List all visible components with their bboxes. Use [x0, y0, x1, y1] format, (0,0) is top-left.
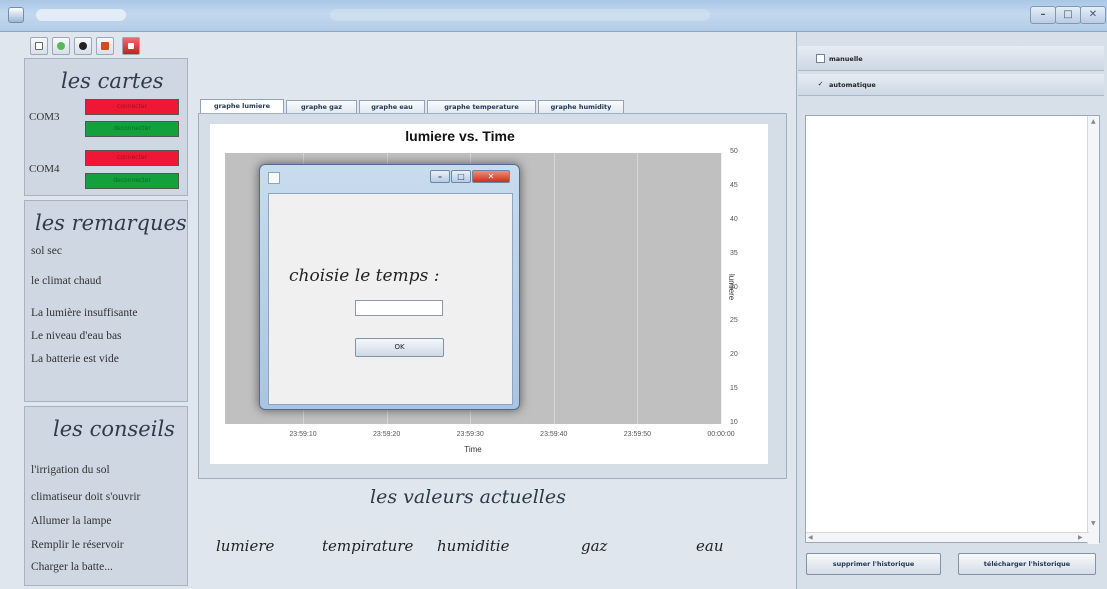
com4-label: COM4	[29, 163, 60, 175]
horizontal-scrollbar[interactable]: ◀ ▶	[806, 532, 1089, 542]
y-tick-label: 50	[730, 148, 738, 155]
manuelle-label: manuelle	[829, 55, 863, 63]
app-icon[interactable]	[8, 7, 24, 23]
y-tick-label: 10	[730, 419, 738, 426]
remarque-item: sol sec	[31, 245, 62, 257]
valeurs-title: les valeurs actuelles	[370, 486, 566, 508]
x-tick-label: 23:59:30	[456, 431, 484, 438]
cartes-title: les cartes	[61, 69, 164, 93]
download-history-button[interactable]: télécharger l'historique	[958, 553, 1096, 575]
value-label-eau: eau	[696, 537, 724, 555]
grid-line	[637, 153, 639, 424]
record-icon[interactable]	[74, 37, 92, 55]
window-title-blurred	[330, 9, 710, 21]
time-dialog: – □ ✕ choisie le temps : OK	[259, 164, 520, 410]
conseil-item: climatiseur doit s'ouvrir	[31, 491, 141, 503]
y-tick-label: 35	[730, 249, 738, 257]
dialog-close-button[interactable]: ✕	[472, 170, 510, 183]
flag-icon[interactable]	[96, 37, 114, 55]
earth-icon[interactable]	[52, 37, 70, 55]
conseil-item: Remplir le réservoir	[31, 539, 124, 551]
vertical-scrollbar[interactable]: ▲ ▼	[1087, 116, 1099, 544]
maximize-button[interactable]: □	[1055, 6, 1081, 24]
y-tick-label: 25	[730, 317, 738, 325]
dialog-prompt: choisie le temps :	[289, 266, 440, 286]
remarque-item: Le niveau d'eau bas	[31, 330, 122, 342]
com3-label: COM3	[29, 111, 60, 123]
conseil-item: l'irrigation du sol	[31, 464, 110, 476]
manuelle-checkbox[interactable]	[816, 54, 825, 63]
x-tick-label: 23:59:40	[540, 431, 568, 438]
close-window-button[interactable]: ✕	[1080, 6, 1106, 24]
tab-graphe-gaz[interactable]: graphe gaz	[286, 100, 357, 114]
x-tick-label: 23:59:50	[623, 431, 652, 438]
dialog-minimize-button[interactable]: –	[430, 170, 450, 183]
com3-connect-button[interactable]: connecter	[85, 99, 179, 115]
scroll-right-icon[interactable]: ▶	[1078, 534, 1083, 541]
window-icon[interactable]	[30, 37, 48, 55]
tab-graphe-humidity[interactable]: graphe humidity	[538, 100, 624, 114]
automatique-label: automatique	[829, 81, 876, 89]
dialog-body: choisie le temps : OK	[268, 193, 513, 405]
y-tick-label: 20	[730, 351, 738, 359]
cartes-panel: les cartes COM3 connecter deconnecter CO…	[24, 58, 188, 196]
dialog-maximize-button[interactable]: □	[451, 170, 471, 183]
scroll-down-icon[interactable]: ▼	[1091, 520, 1096, 527]
com4-disconnect-button[interactable]: deconnecter	[85, 173, 179, 189]
com3-disconnect-button[interactable]: deconnecter	[85, 121, 179, 137]
remarque-item: La batterie est vide	[31, 353, 119, 365]
conseils-panel: les conseils l'irrigation du sol climati…	[24, 406, 188, 586]
conseils-title: les conseils	[53, 417, 175, 441]
y-tick-label: 15	[730, 385, 738, 393]
chart-title: lumiere vs. Time	[405, 128, 515, 144]
quick-access-toolbar	[36, 9, 126, 21]
grid-line	[721, 153, 722, 424]
scroll-up-icon[interactable]: ▲	[1091, 118, 1096, 125]
remarque-item: le climat chaud	[31, 275, 102, 287]
remarque-item: La lumière insuffisante	[31, 307, 138, 319]
grid-line	[553, 153, 555, 424]
value-label-humidite: humiditie	[437, 537, 510, 555]
title-bar: – □ ✕	[0, 0, 1107, 32]
scroll-left-icon[interactable]: ◀	[808, 534, 813, 541]
y-axis-label: lumiere	[727, 274, 736, 301]
time-input[interactable]	[355, 300, 443, 316]
y-tick-label: 40	[730, 215, 738, 223]
remarques-panel: les remarques sol sec le climat chaud La…	[24, 200, 188, 402]
x-tick-label: 23:59:10	[289, 431, 317, 438]
dialog-app-icon	[268, 172, 280, 184]
conseil-item: Allumer la lampe	[31, 515, 112, 527]
x-tick-label: 00:00:00	[707, 431, 735, 438]
automatique-checkbox[interactable]: ✓	[816, 80, 825, 89]
manual-mode-bar: manuelle	[798, 46, 1104, 71]
value-label-lumiere: lumiere	[216, 537, 275, 555]
value-label-gaz: gaz	[581, 537, 608, 555]
history-textarea[interactable]: ▲ ▼ ◀ ▶	[805, 115, 1100, 544]
x-axis-label: Time	[464, 445, 482, 454]
y-tick-label: 45	[730, 181, 738, 189]
x-tick-label: 23:59:20	[372, 431, 401, 438]
tab-graphe-lumiere[interactable]: graphe lumiere	[200, 99, 284, 114]
tab-graphe-temperature[interactable]: graphe temperature	[427, 100, 536, 114]
delete-history-button[interactable]: supprimer l'historique	[806, 553, 941, 575]
com4-connect-button[interactable]: connecter	[85, 150, 179, 166]
remarques-title: les remarques	[35, 211, 187, 235]
close-icon[interactable]	[122, 37, 140, 55]
auto-mode-bar: ✓ automatique	[798, 74, 1104, 96]
ok-button[interactable]: OK	[355, 338, 444, 357]
conseil-item: Charger la batte...	[31, 561, 113, 573]
minimize-button[interactable]: –	[1030, 6, 1056, 24]
tab-graphe-eau[interactable]: graphe eau	[359, 100, 425, 114]
value-label-temperature: tempirature	[322, 537, 414, 555]
